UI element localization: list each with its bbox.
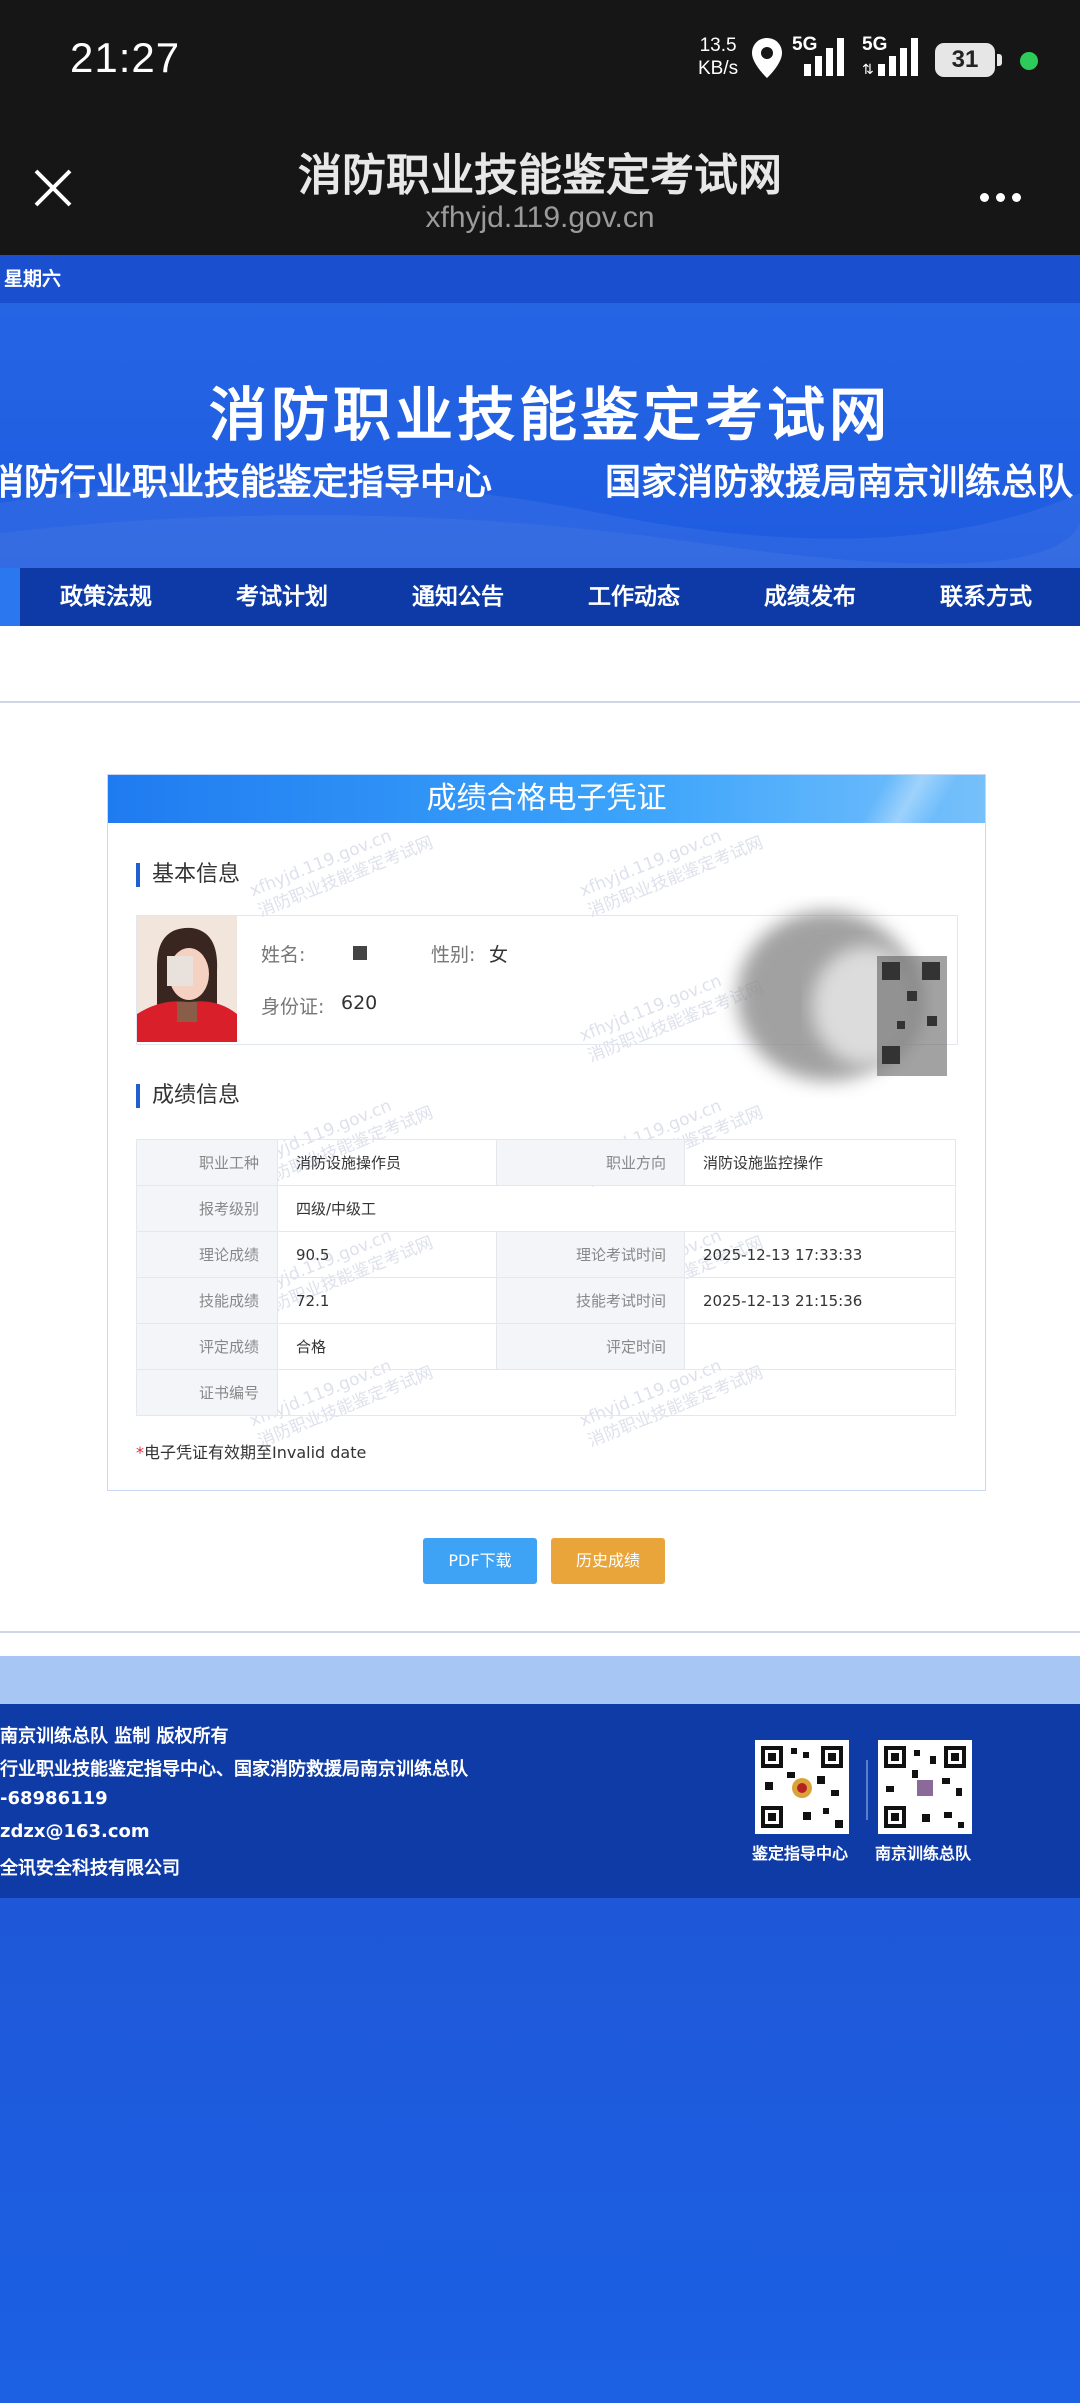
banner-subtitle-left: 消防行业职业技能鉴定指导中心 [0,462,493,503]
theory-score-value: 90.5 [277,1231,497,1278]
site-footer: 南京训练总队 监制 版权所有 行业职业技能鉴定指导中心、国家消防救援局南京训练总… [0,1704,1080,1898]
certificate-number-value [277,1369,956,1416]
theory-score-label: 理论成绩 [136,1231,278,1278]
table-row: 职业工种 消防设施操作员 职业方向 消防设施监控操作 [136,1139,956,1186]
level-value: 四级/中级工 [277,1185,956,1232]
validity-note: *电子凭证有效期至Invalid date [136,1439,366,1463]
banner-subtitle-right: 国家消防救援局南京训练总队 [605,462,1074,503]
nav-item-results[interactable]: 成绩发布 [722,568,898,626]
skill-time-label: 技能考试时间 [496,1277,685,1324]
footer-line-1: 南京训练总队 监制 版权所有 [0,1726,229,1747]
watermark: xfhyjd.119.gov.cn消防职业技能鉴定考试网 [246,825,437,922]
skill-time-value: 2025-12-13 21:15:36 [684,1277,956,1324]
qr-code-nanjing-corps[interactable] [878,1740,972,1834]
nav-item-contact[interactable]: 联系方式 [898,568,1074,626]
footer-line-5: 全讯安全科技有限公司 [0,1858,180,1879]
pdf-download-button[interactable]: PDF下载 [423,1538,537,1584]
basic-info-box: 姓名: 性别: 女 身份证: 620 [136,911,958,1081]
main-content: 成绩合格电子凭证 xfhyjd.119.gov.cn 消防职业技能鉴定考试网 xf… [0,626,1080,1656]
table-row: 报考级别 四级/中级工 [136,1185,956,1232]
qr-divider [866,1760,868,1820]
theory-time-value: 2025-12-13 17:33:33 [684,1231,956,1278]
qr-label-guidance-center: 鉴定指导中心 [751,1844,848,1863]
status-bar: 21:27 13.5 KB/s 5G 5G ⇅ 31 [0,0,1080,125]
browser-url: xfhyjd.119.gov.cn [425,201,655,234]
location-icon [752,38,782,78]
evaluation-label: 评定成绩 [136,1323,278,1370]
certificate-title: 成绩合格电子凭证 [426,781,667,816]
network-speed-value: 13.5 [699,35,737,56]
divider [0,701,1080,703]
network-speed-unit: KB/s [698,58,739,79]
score-table: 职业工种 消防设施操作员 职业方向 消防设施监控操作 报考级别 四级/中级工 理… [136,1139,956,1416]
footer-line-2: 行业职业技能鉴定指导中心、国家消防救援局南京训练总队 [0,1759,468,1780]
nav-item-notices[interactable]: 通知公告 [370,568,546,626]
blurred-qr-code [737,911,947,1081]
table-row: 评定成绩 合格 评定时间 [136,1323,956,1370]
more-menu-icon[interactable] [980,187,1028,206]
evaluation-value: 合格 [277,1323,497,1370]
certificate-card: 成绩合格电子凭证 xfhyjd.119.gov.cn 消防职业技能鉴定考试网 xf… [107,774,986,1491]
footer-strip [0,1656,1080,1704]
page-background [0,1898,1080,2403]
browser-page-title: 消防职业技能鉴定考试网 [298,150,782,201]
certificate-header: 成绩合格电子凭证 [108,775,985,823]
required-star: * [136,1443,144,1462]
footer-line-4: zdzx@163.com [0,1821,150,1842]
avatar [137,916,237,1042]
direction-label: 职业方向 [496,1139,685,1186]
gender-label: 性别: [431,944,476,966]
signal-1-icon [804,38,844,76]
name-label: 姓名: [261,944,306,966]
network-speed: 13.5 KB/s [698,34,738,80]
table-row: 技能成绩 72.1 技能考试时间 2025-12-13 21:15:36 [136,1277,956,1324]
main-nav: 政策法规 考试计划 通知公告 工作动态 成绩发布 联系方式 [0,568,1080,626]
status-time: 21:27 [70,34,181,81]
site-date-bar: 星期六 [0,255,1080,303]
nav-item-exam-plan[interactable]: 考试计划 [194,568,370,626]
direction-value: 消防设施监控操作 [684,1139,956,1186]
divider [0,1631,1080,1633]
id-value: 620 [341,992,378,1014]
signal-2-icon: ⇅ [862,38,918,78]
battery-indicator: 31 [935,43,1002,77]
evaluation-time-label: 评定时间 [496,1323,685,1370]
occupation-value: 消防设施操作员 [277,1139,497,1186]
evaluation-time-value [684,1323,956,1370]
privacy-dot-icon [1020,52,1038,70]
banner-title: 消防职业技能鉴定考试网 [208,381,891,449]
theory-time-label: 理论考试时间 [496,1231,685,1278]
history-scores-button[interactable]: 历史成绩 [551,1538,665,1584]
certificate-number-label: 证书编号 [136,1369,278,1416]
score-info-title: 成绩信息 [136,1084,240,1108]
nav-accent [0,568,20,626]
basic-info-title: 基本信息 [136,863,240,887]
gender-value: 女 [489,944,509,966]
date-text: 星期六 [4,268,62,290]
svg-text:⇅: ⇅ [862,62,874,78]
nav-item-policy[interactable]: 政策法规 [18,568,194,626]
table-row: 理论成绩 90.5 理论考试时间 2025-12-13 17:33:33 [136,1231,956,1278]
nav-item-work-news[interactable]: 工作动态 [546,568,722,626]
id-label: 身份证: [261,996,325,1018]
skill-score-value: 72.1 [277,1277,497,1324]
validity-note-text: 电子凭证有效期至Invalid date [144,1443,367,1462]
level-label: 报考级别 [136,1185,278,1232]
site-banner: 消防职业技能鉴定考试网 消防行业职业技能鉴定指导中心 国家消防救援局南京训练总队 [0,303,1080,568]
browser-title-bar: 消防职业技能鉴定考试网 xfhyjd.119.gov.cn [0,125,1080,255]
qr-label-nanjing-corps: 南京训练总队 [874,1844,971,1863]
skill-score-label: 技能成绩 [136,1277,278,1324]
occupation-label: 职业工种 [136,1139,278,1186]
table-row: 证书编号 [136,1369,956,1416]
footer-line-3: -68986119 [0,1788,108,1809]
redacted-name [353,946,367,960]
qr-code-guidance-center[interactable] [755,1740,849,1834]
